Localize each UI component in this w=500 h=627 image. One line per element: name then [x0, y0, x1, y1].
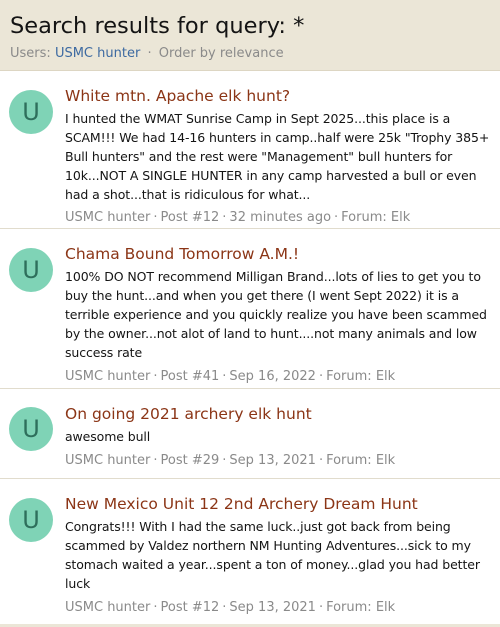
search-results-list: U White mtn. Apache elk hunt? I hunted t…: [0, 71, 500, 619]
author-link[interactable]: USMC hunter: [65, 453, 150, 468]
avatar[interactable]: U: [9, 90, 53, 134]
avatar[interactable]: U: [9, 248, 53, 292]
result-title-link[interactable]: Chama Bound Tomorrow A.M.!: [65, 244, 490, 264]
avatar-letter: U: [22, 415, 40, 443]
search-header: Search results for query: * Users: USMC …: [0, 0, 500, 71]
avatar-letter: U: [22, 256, 40, 284]
post-link[interactable]: Post #12: [161, 210, 220, 225]
users-filter-link[interactable]: USMC hunter: [55, 46, 140, 61]
result-title-link[interactable]: On going 2021 archery elk hunt: [65, 404, 490, 424]
meta-separator: ·: [147, 46, 152, 61]
search-result: U New Mexico Unit 12 2nd Archery Dream H…: [0, 479, 500, 619]
forum-link[interactable]: Forum: Elk: [326, 600, 395, 615]
forum-link[interactable]: Forum: Elk: [326, 369, 395, 384]
post-link[interactable]: Post #12: [161, 600, 220, 615]
post-link[interactable]: Post #41: [161, 369, 220, 384]
result-title-link[interactable]: New Mexico Unit 12 2nd Archery Dream Hun…: [65, 494, 490, 514]
result-info: USMC hunter · Post #41 · Sep 16, 2022 · Forum:…: [65, 369, 396, 384]
result-snippet: I hunted the WMAT Sunrise Camp in Sept 2…: [65, 111, 490, 202]
search-result: U White mtn. Apache elk hunt? I hunted t…: [0, 71, 500, 229]
search-result: U On going 2021 archery elk hunt awesome…: [0, 389, 500, 479]
forum-link[interactable]: Forum: Elk: [326, 453, 395, 468]
avatar-letter: U: [22, 506, 40, 534]
page-title: Search results for query: *: [10, 13, 305, 39]
avatar[interactable]: U: [9, 407, 53, 451]
users-label: Users:: [10, 46, 51, 61]
author-link[interactable]: USMC hunter: [65, 369, 150, 384]
result-info: USMC hunter · Post #12 · 32 minutes ago · Foru…: [65, 210, 411, 225]
result-snippet: awesome bull: [65, 429, 151, 444]
result-snippet: 100% DO NOT recommend Milligan Brand...l…: [65, 269, 487, 360]
post-link[interactable]: Post #29: [161, 453, 220, 468]
order-label: Order by relevance: [158, 46, 284, 61]
result-title-link[interactable]: White mtn. Apache elk hunt?: [65, 86, 490, 106]
author-link[interactable]: USMC hunter: [65, 600, 150, 615]
post-time: Sep 16, 2022: [229, 369, 316, 384]
post-time: Sep 13, 2021: [229, 600, 316, 615]
result-info: USMC hunter · Post #29 · Sep 13, 2021 · Forum:…: [65, 453, 396, 468]
search-result: U Chama Bound Tomorrow A.M.! 100% DO NOT…: [0, 229, 500, 389]
post-time: Sep 13, 2021: [229, 453, 316, 468]
avatar[interactable]: U: [9, 498, 53, 542]
post-time: 32 minutes ago: [229, 210, 332, 225]
result-info: USMC hunter · Post #12 · Sep 13, 2021 · Forum:…: [65, 600, 396, 615]
result-snippet: Congrats!!! With I had the same luck..ju…: [65, 519, 480, 591]
search-meta: Users: USMC hunter · Order by relevance: [10, 46, 490, 61]
forum-link[interactable]: Forum: Elk: [341, 210, 410, 225]
avatar-letter: U: [22, 98, 40, 126]
author-link[interactable]: USMC hunter: [65, 210, 150, 225]
